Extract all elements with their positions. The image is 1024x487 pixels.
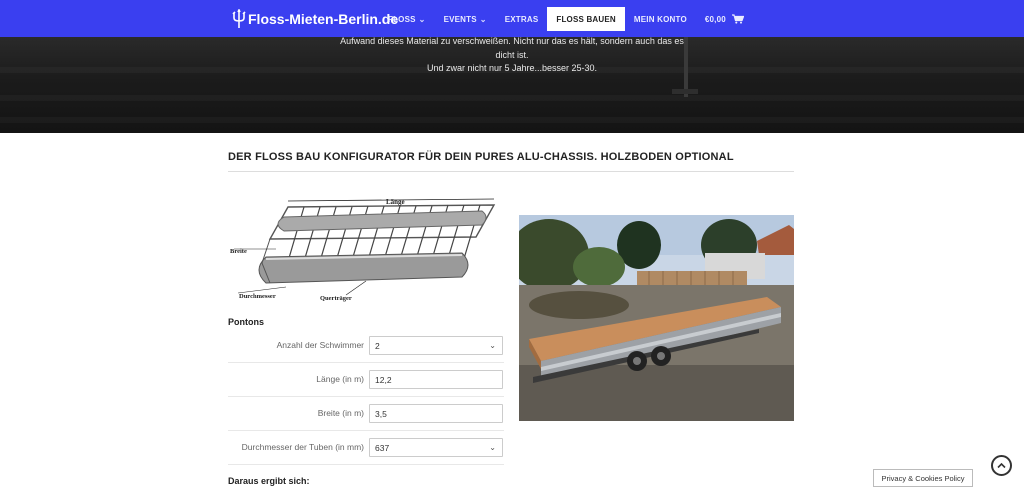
select-value: 2 [375,341,380,351]
chevron-down-icon: ⌄ [479,14,487,24]
trident-icon [232,9,246,28]
site-logo[interactable]: Floss-Mieten-Berlin.de [232,8,398,30]
width-input[interactable]: 3,5 [369,404,503,423]
field-label: Durchmesser der Tuben (in mm) [241,442,364,452]
chevron-down-icon: ⌄ [418,14,426,24]
cart-total: €0,00 [704,14,726,24]
diagram-label-diameter: Durchmesser [239,293,276,300]
cart-button[interactable]: €0,00 [696,7,753,31]
float-count-select[interactable]: 2 ⌄ [369,336,503,355]
diagram-label-width: Breite [230,248,247,255]
logo-text: Floss-Mieten-Berlin.de [248,11,399,27]
hero-line: Und zwar nicht nur 5 Jahre...besser 25-3… [426,63,598,73]
nav-item-label: FLOSS BAUEN [556,14,616,24]
hero-text: Aufwand dieses Material zu verschweißen.… [0,37,1024,76]
chevron-down-icon: ⌄ [489,443,496,452]
nav-item-floss[interactable]: FLOSS ⌄ [379,7,435,31]
nav-item-label: MEIN KONTO [633,14,687,24]
diagram-label-length: Länge [386,198,405,206]
hero-banner: Aufwand dieses Material zu verschweißen.… [0,37,1024,133]
result-heading: Daraus ergibt sich: [228,476,310,486]
nav-item-label: EVENTS [443,14,477,24]
cart-icon [731,14,744,24]
back-to-top-button[interactable] [991,455,1012,476]
chevron-down-icon: ⌄ [489,341,496,350]
form-row-diameter: Durchmesser der Tuben (in mm) 637 ⌄ [228,431,504,465]
nav-item-extras[interactable]: EXTRAS [496,7,548,31]
page-title: DER FLOSS BAU KONFIGURATOR FÜR DEIN PURE… [228,151,734,163]
nav-item-events[interactable]: EVENTS ⌄ [435,7,496,31]
form-row-width: Breite (in m) 3,5 [228,397,504,431]
field-label: Länge (in m) [316,374,364,384]
hero-line: Aufwand dieses Material zu verschweißen.… [340,37,684,46]
field-label: Anzahl der Schwimmer [276,340,364,350]
raft-photo [519,215,794,421]
select-value: 637 [375,443,390,453]
diagram-label-crossbeam: Querträger [320,295,352,302]
chevron-up-icon [997,462,1006,469]
form-row-length: Länge (in m) 12,2 [228,363,504,397]
nav-item-floss-bauen[interactable]: FLOSS BAUEN [547,7,625,31]
hero-line: dicht ist. [495,49,529,60]
field-label: Breite (in m) [317,408,364,418]
tube-diameter-select[interactable]: 637 ⌄ [369,438,503,457]
nav-item-mein-konto[interactable]: MEIN KONTO [625,7,696,31]
main-nav: FLOSS ⌄ EVENTS ⌄ EXTRAS FLOSS BAUEN MEIN… [379,7,753,31]
length-input[interactable]: 12,2 [369,370,503,389]
form-row-floats: Anzahl der Schwimmer 2 ⌄ [228,329,504,363]
privacy-cookies-button[interactable]: Privacy & Cookies Policy [873,469,973,487]
nav-item-label: FLOSS [388,14,416,24]
raft-diagram: Länge Breite Durchmesser Querträger [230,198,496,302]
pontons-heading: Pontons [228,317,264,327]
title-divider [228,171,794,172]
nav-item-label: EXTRAS [504,14,539,24]
